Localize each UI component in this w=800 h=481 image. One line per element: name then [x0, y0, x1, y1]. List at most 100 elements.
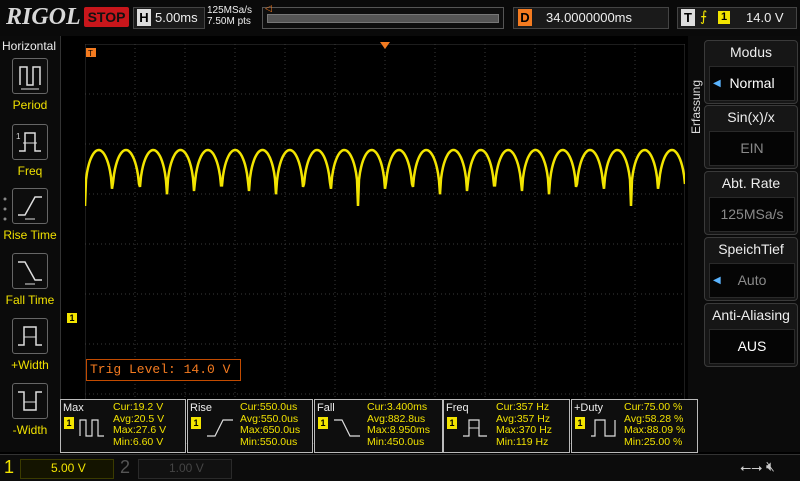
channel1-scale: 5.00 V [51, 461, 86, 475]
menu-item-label: Fall Time [5, 293, 55, 307]
menu-item-period[interactable]: Period [0, 58, 60, 122]
memory-position-bar[interactable]: ◁ [262, 3, 504, 29]
measurement-max[interactable]: Max 1 Cur:19.2 V Avg:20.5 V Max:27.6 V Min… [60, 399, 186, 453]
frequency-icon: 1 [12, 124, 48, 160]
button-title: Modus [729, 44, 773, 60]
button-title: Anti-Aliasing [712, 307, 790, 323]
menu-side-label: Erfassung [689, 80, 703, 134]
trigger-box[interactable]: T ⨍ 1 14.0 V [677, 7, 797, 29]
horizontal-menu: Horizontal Period 1 Freq Rise Time Fall … [0, 36, 61, 452]
memory-window [268, 15, 498, 22]
menu-item-fall-time[interactable]: Fall Time [0, 253, 60, 317]
trigger-source-badge: 1 [718, 11, 730, 24]
timebase-box[interactable]: H 5.00ms [133, 7, 205, 29]
page-dots-indicator [3, 196, 7, 226]
measurement-values: Cur:75.00 % Avg:58.28 % Max:88.09 % Min:25… [624, 401, 686, 448]
channel1-scale-box[interactable]: 5.00 V [20, 459, 114, 479]
duty-measure-icon [589, 416, 619, 445]
run-stop-indicator[interactable]: STOP [84, 7, 129, 27]
svg-text:T: T [88, 49, 93, 57]
trigger-position-marker-left-icon: T [86, 44, 96, 62]
measurement-freq[interactable]: Freq 1 Cur:357 Hz Avg:357 Hz Max:370 Hz Mi… [443, 399, 570, 453]
svg-text:1: 1 [16, 132, 21, 141]
measurement-rise[interactable]: Rise 1 Cur:550.0us Avg:550.0us Max:650.0u… [187, 399, 313, 453]
measurement-channel-badge: 1 [318, 417, 328, 429]
memory-points-value: 7.50M pts [207, 16, 251, 27]
memory-bar-track [267, 14, 499, 23]
measurement-name: Rise [190, 402, 213, 414]
menu-item-label: +Width [11, 358, 49, 372]
menu-item-rise-time[interactable]: Rise Time [0, 188, 60, 252]
delay-value: 34.0000000ms [546, 10, 633, 25]
measurement-fall[interactable]: Fall 1 Cur:3.400ms Avg:882.8us Max:8.950m… [314, 399, 443, 453]
button-value: AUS [709, 329, 795, 364]
negative-width-icon [12, 383, 48, 419]
measurement-values: Cur:550.0us Avg:550.0us Max:650.0us Min:55… [240, 401, 301, 448]
channel2-scale: 1.00 V [169, 461, 204, 475]
button-title: Abt. Rate [721, 175, 781, 191]
memory-depth-button[interactable]: SpeichTief ◀ Auto [704, 237, 798, 301]
measurement-channel-badge: 1 [191, 417, 201, 429]
timebase-value: 5.00ms [155, 10, 198, 25]
menu-title: Horizontal [2, 39, 57, 53]
speaker-muted-icon[interactable]: 🔇︎ [766, 458, 775, 475]
rise-time-icon [12, 188, 48, 224]
delay-letter: D [518, 9, 532, 26]
menu-item-positive-width[interactable]: +Width [0, 318, 60, 382]
fall-measure-icon [332, 416, 362, 445]
measurement-channel-badge: 1 [64, 417, 74, 429]
button-title: SpeichTief [718, 241, 784, 257]
trigger-letter: T [681, 9, 695, 26]
acquisition-info: 125MSa/s 7.50M pts [207, 5, 252, 27]
button-value: EIN [709, 131, 795, 166]
measurement-channel-badge: 1 [575, 417, 585, 429]
trig-level-popup: Trig Level: 14.0 V [86, 359, 241, 381]
mode-button[interactable]: Modus ◀ Normal [704, 40, 798, 104]
measurement-name: Fall [317, 402, 335, 414]
select-arrow-icon: ◀ [713, 275, 721, 286]
top-status-bar: RIGOL STOP H 5.00ms 125MSa/s 7.50M pts ◁… [0, 0, 800, 36]
measurement-values: Cur:19.2 V Avg:20.5 V Max:27.6 V Min:6.60 … [113, 401, 167, 448]
delay-box[interactable]: D 34.0000000ms [513, 7, 669, 29]
button-value: ◀ Normal [709, 66, 795, 101]
sample-rate-value: 125MSa/s [207, 5, 253, 16]
menu-item-negative-width[interactable]: -Width [0, 383, 60, 447]
channel2-scale-box[interactable]: 1.00 V [138, 459, 232, 479]
channel-status-bar: 1 5.00 V 2 1.00 V ⭠⭢ 🔇︎ [0, 454, 800, 481]
waveform-display[interactable] [85, 44, 685, 444]
sinx-button[interactable]: Sin(x)/x EIN [704, 105, 798, 169]
timebase-letter: H [137, 9, 151, 26]
measurement-name: Freq [446, 402, 469, 414]
menu-item-label: Rise Time [3, 228, 57, 242]
usb-icon: ⭠⭢ [740, 459, 763, 475]
menu-item-label: -Width [12, 423, 48, 437]
fall-time-icon [12, 253, 48, 289]
freq-measure-icon [461, 416, 491, 445]
memory-trigger-marker-icon: ◁ [265, 3, 272, 13]
channel1-waveform [85, 148, 685, 207]
svg-text:Erfassung: Erfassung [689, 80, 703, 134]
brand-logo: RIGOL [6, 4, 81, 30]
trigger-edge-icon: ⨍ [700, 8, 708, 24]
sample-rate-button[interactable]: Abt. Rate 125MSa/s [704, 171, 798, 235]
anti-aliasing-button[interactable]: Anti-Aliasing AUS [704, 303, 798, 367]
period-icon [12, 58, 48, 94]
positive-width-icon [12, 318, 48, 354]
menu-item-freq[interactable]: 1 Freq [0, 124, 60, 188]
menu-item-label: Period [12, 98, 48, 112]
channel2-number[interactable]: 2 [120, 457, 130, 478]
measurement-name: +Duty [574, 402, 604, 414]
channel1-number[interactable]: 1 [4, 457, 14, 478]
button-title: Sin(x)/x [727, 109, 775, 125]
measurement-name: Max [63, 402, 84, 414]
measurement-values: Cur:357 Hz Avg:357 Hz Max:370 Hz Min:119 H… [496, 401, 553, 448]
trigger-position-marker-top-icon [380, 37, 390, 55]
button-value: ◀ Auto [709, 263, 795, 298]
graticule [85, 44, 685, 444]
menu-item-label: Freq [17, 164, 43, 178]
channel1-offset-marker[interactable]: 1 [67, 313, 77, 323]
measurement-channel-badge: 1 [447, 417, 457, 429]
select-arrow-icon: ◀ [713, 78, 721, 89]
measurement-duty[interactable]: +Duty 1 Cur:75.00 % Avg:58.28 % Max:88.09… [571, 399, 698, 453]
measurement-values: Cur:3.400ms Avg:882.8us Max:8.950ms Min:45… [367, 401, 431, 448]
